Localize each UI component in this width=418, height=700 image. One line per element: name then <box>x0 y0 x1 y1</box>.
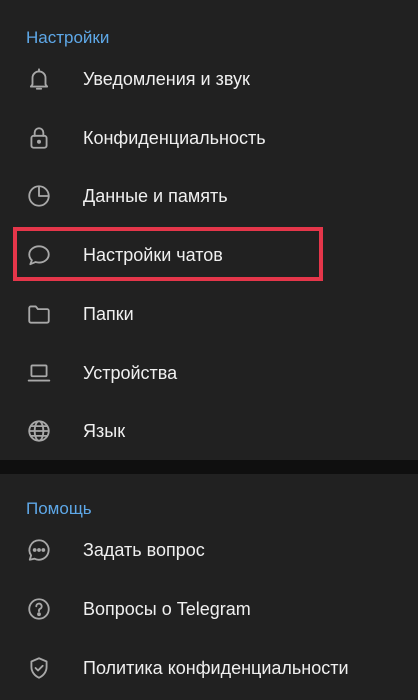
privacy-policy-item[interactable]: Политика конфиденциальности <box>0 639 418 697</box>
telegram-faq-label: Вопросы о Telegram <box>83 599 251 619</box>
settings-screen: Настройки Уведомления и звук Конфиденциа… <box>0 0 418 700</box>
bell-icon <box>26 66 52 92</box>
privacy-label: Конфиденциальность <box>83 128 266 148</box>
settings-section: Настройки Уведомления и звук Конфиденциа… <box>0 0 418 460</box>
globe-icon <box>26 418 52 444</box>
notifications-and-sound-item[interactable]: Уведомления и звук <box>0 50 418 108</box>
ask-question-item[interactable]: Задать вопрос <box>0 521 418 579</box>
help-section-header: Помощь <box>26 499 92 518</box>
folders-item[interactable]: Папки <box>0 285 418 343</box>
help-section: Помощь Задать вопрос Вопросы о Telegram … <box>0 474 418 700</box>
data-and-storage-item[interactable]: Данные и память <box>0 167 418 225</box>
laptop-icon <box>26 360 52 386</box>
chat-bubble-icon <box>26 242 52 268</box>
devices-item[interactable]: Устройства <box>0 344 418 402</box>
ask-question-label: Задать вопрос <box>83 540 205 560</box>
privacy-policy-label: Политика конфиденциальности <box>83 658 349 678</box>
shield-check-icon <box>26 655 52 681</box>
question-circle-icon <box>26 596 52 622</box>
chat-settings-label: Настройки чатов <box>83 245 223 265</box>
lock-icon <box>26 125 52 151</box>
language-item[interactable]: Язык <box>0 402 418 460</box>
privacy-item[interactable]: Конфиденциальность <box>0 109 418 167</box>
folders-label: Папки <box>83 304 134 324</box>
telegram-faq-item[interactable]: Вопросы о Telegram <box>0 580 418 638</box>
pie-chart-icon <box>26 183 52 209</box>
language-label: Язык <box>83 421 126 441</box>
settings-section-header: Настройки <box>26 28 110 47</box>
data-and-storage-label: Данные и память <box>83 186 228 206</box>
devices-label: Устройства <box>83 363 178 383</box>
notifications-and-sound-label: Уведомления и звук <box>83 69 250 89</box>
chat-settings-item[interactable]: Настройки чатов <box>0 226 418 284</box>
folder-icon <box>26 301 52 327</box>
chat-dots-icon <box>26 537 52 563</box>
